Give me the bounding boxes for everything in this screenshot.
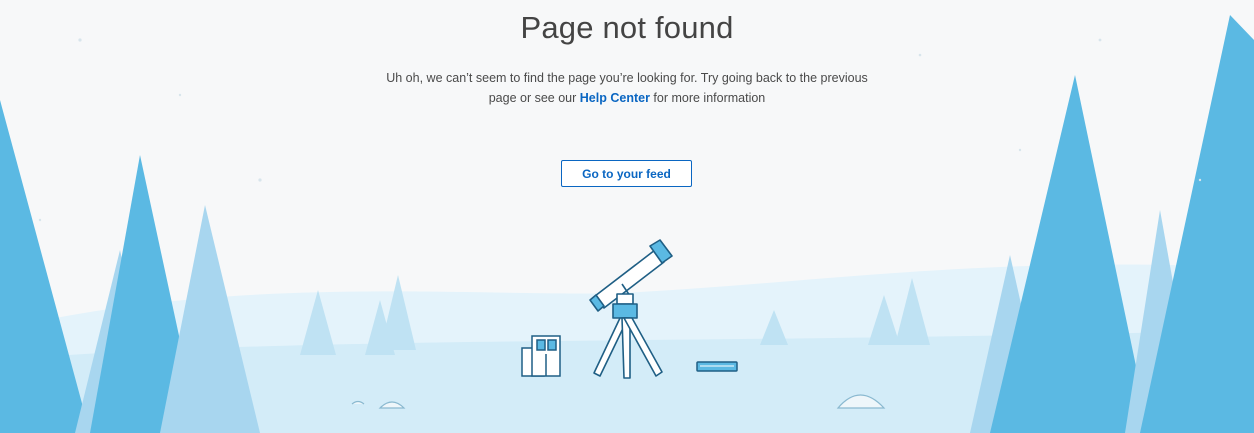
page-title: Page not found xyxy=(520,10,734,45)
go-to-feed-button[interactable]: Go to your feed xyxy=(561,160,692,187)
snow-dots xyxy=(38,38,1202,222)
right-trees xyxy=(970,15,1254,433)
left-trees xyxy=(0,100,260,433)
error-message: Uh oh, we can’t seem to find the page yo… xyxy=(377,68,877,108)
background-illustration xyxy=(0,15,1254,433)
message-text-end: for more information xyxy=(649,91,766,105)
help-center-link[interactable]: Help Center xyxy=(580,91,650,105)
tablet-icon xyxy=(696,361,738,372)
